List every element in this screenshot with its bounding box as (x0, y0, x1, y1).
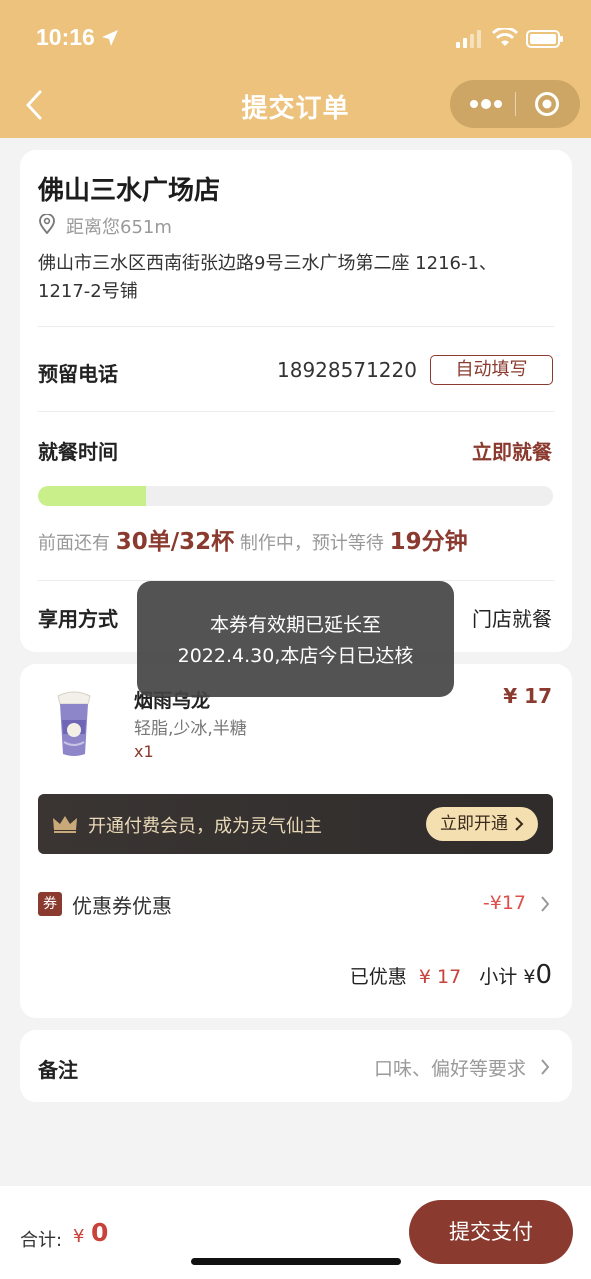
toast-line-1: 本券有效期已延长至 (209, 614, 381, 636)
subtotal-value: 0 (535, 960, 552, 990)
total-yen: ¥ (73, 1226, 85, 1247)
close-miniprogram-icon[interactable] (534, 91, 560, 117)
header: 10:16 提交订单 (0, 0, 591, 138)
wifi-icon (492, 28, 518, 46)
total-label: 合计: (20, 1230, 63, 1251)
remark-label: 备注 (38, 1058, 78, 1082)
coupon-amount[interactable]: -¥17 (483, 892, 526, 914)
total-value: 0 (91, 1218, 109, 1247)
order-card: 烟雨乌龙 轻脂,少冰,半糖 x1 ¥ 17 开通付费会员，成为灵气仙主 立即开通… (20, 664, 572, 1018)
remark-card[interactable]: 备注 口味、偏好等要求 (20, 1030, 572, 1102)
enjoy-method-value[interactable]: 门店就餐 (472, 603, 552, 632)
crown-icon (53, 816, 77, 833)
chevron-right-icon[interactable] (540, 1058, 550, 1076)
chevron-right-icon[interactable] (540, 895, 550, 913)
signal-icon (456, 30, 481, 48)
vip-open-button[interactable]: 立即开通 (426, 807, 538, 841)
location-pin-icon (39, 214, 55, 234)
discount-value: ¥ 17 (418, 966, 462, 988)
status-time: 10:16 (36, 24, 95, 50)
store-address: 佛山市三水区西南街张边路9号三水广场第二座 1216-1、1217-2号铺 (38, 253, 497, 302)
location-arrow-icon (102, 30, 118, 46)
queue-prefix: 前面还有 (38, 533, 110, 554)
vip-open-label: 立即开通 (440, 814, 508, 834)
store-distance: 距离您651m (66, 217, 172, 238)
store-card: 佛山三水广场店 距离您651m 佛山市三水区西南街张边路9号三水广场第二座 12… (20, 150, 572, 652)
subtotal-label: 小计 (479, 966, 518, 988)
product-image (57, 691, 91, 756)
more-icon[interactable] (468, 94, 504, 114)
dining-time-label: 就餐时间 (38, 440, 118, 464)
remark-input[interactable]: 口味、偏好等要求 (374, 1054, 526, 1081)
order-summary: 已优惠 ¥ 17 小计 ¥0 (350, 960, 552, 990)
toast-message: 本券有效期已延长至 2022.4.30,本店今日已达核 (137, 581, 454, 697)
miniprogram-capsule (450, 80, 580, 128)
battery-icon (526, 30, 563, 48)
product-qty: x1 (134, 742, 154, 761)
vip-text: 开通付费会员，成为灵气仙主 (88, 816, 322, 837)
autofill-button[interactable]: 自动填写 (430, 355, 553, 385)
queue-middle: 制作中，预计等待 (239, 533, 384, 554)
queue-wait: 19分钟 (389, 529, 468, 555)
queue-progress-bar (38, 486, 553, 506)
queue-info: 前面还有 30单/32杯 制作中，预计等待 19分钟 (38, 522, 468, 556)
store-name: 佛山三水广场店 (38, 176, 221, 206)
subtotal-yen: ¥ (523, 966, 536, 988)
queue-progress-fill (38, 486, 147, 506)
divider (38, 411, 554, 412)
vip-banner[interactable]: 开通付费会员，成为灵气仙主 立即开通 (38, 794, 553, 854)
phone-label: 预留电话 (38, 362, 118, 386)
dining-time-value[interactable]: 立即就餐 (472, 436, 552, 465)
discount-label: 已优惠 (349, 966, 407, 988)
phone-field[interactable]: 18928571220 (277, 358, 417, 382)
bottom-bar: 合计: ¥ 0 提交支付 (0, 1186, 591, 1279)
toast-line-2: 2022.4.30,本店今日已达核 (177, 645, 414, 667)
product-spec: 轻脂,少冰,半糖 (134, 719, 247, 739)
enjoy-method-label: 享用方式 (38, 607, 118, 631)
product-price: ¥ 17 (503, 684, 552, 708)
coupon-tag-icon: 券 (38, 892, 62, 916)
capsule-divider (515, 92, 516, 116)
chevron-right-icon (515, 817, 524, 831)
queue-orders: 30单/32杯 (115, 529, 235, 555)
home-indicator (191, 1258, 401, 1265)
submit-pay-button[interactable]: 提交支付 (409, 1200, 573, 1264)
divider (38, 326, 554, 327)
coupon-label[interactable]: 优惠券优惠 (72, 890, 172, 919)
